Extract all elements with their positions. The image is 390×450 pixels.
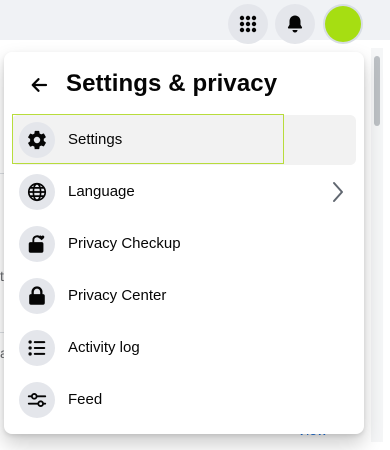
gear-icon xyxy=(28,130,46,150)
menu-item-label: Privacy Center xyxy=(68,287,167,304)
page-scrollbar[interactable] xyxy=(371,48,383,442)
menu-item-label: Settings xyxy=(68,131,123,148)
list-icon xyxy=(28,340,46,356)
menu-item-activity-log[interactable]: Activity log xyxy=(12,323,356,373)
menu-item-privacy-checkup[interactable]: Privacy Checkup xyxy=(12,219,356,269)
menu-item-label: Feed xyxy=(68,391,103,408)
chevron-right-icon xyxy=(326,179,350,205)
menu-item-icon xyxy=(19,174,55,210)
lock-heart-icon xyxy=(28,235,45,253)
profile-avatar-button[interactable] xyxy=(323,4,363,44)
scrollbar-thumb[interactable] xyxy=(374,56,380,126)
arrow-left-icon xyxy=(31,78,48,92)
menu-item-icon xyxy=(19,278,55,314)
notifications-button[interactable] xyxy=(275,4,315,44)
sliders-icon xyxy=(27,393,47,407)
menu-item-language[interactable]: Language xyxy=(12,167,356,217)
settings-privacy-menu: Settings & privacy Settings Language Pri… xyxy=(4,52,364,434)
menu-button[interactable] xyxy=(228,4,268,44)
menu-item-icon xyxy=(19,382,55,418)
panel-title: Settings & privacy xyxy=(66,70,278,97)
menu-item-privacy-center[interactable]: Privacy Center xyxy=(12,271,356,321)
menu-item-icon xyxy=(19,226,55,262)
back-button[interactable] xyxy=(22,68,56,102)
menu-item-icon xyxy=(19,330,55,366)
menu-item-label: Privacy Checkup xyxy=(68,235,181,252)
globe-icon xyxy=(27,182,47,202)
avatar xyxy=(325,6,361,42)
bell-icon xyxy=(287,15,303,33)
grid-dots-icon xyxy=(239,15,257,33)
menu-item-settings[interactable]: Settings xyxy=(12,114,356,165)
lock-icon xyxy=(29,286,45,305)
menu-item-feed[interactable]: Feed xyxy=(12,375,356,425)
menu-item-label: Language xyxy=(68,183,135,200)
menu-item-icon xyxy=(19,122,55,158)
menu-item-label: Activity log xyxy=(68,339,140,356)
